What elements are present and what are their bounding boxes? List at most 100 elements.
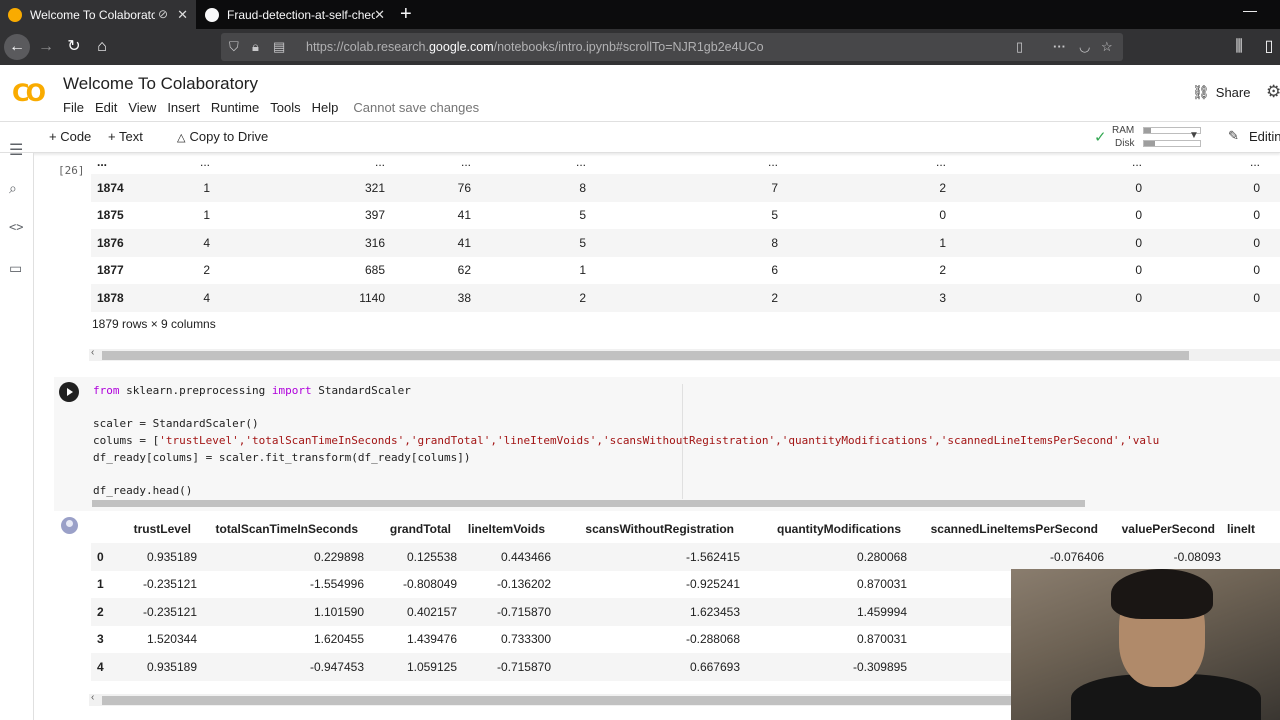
table-row: 1877 2 685 62 1 6 2 0 0 — [91, 257, 1280, 285]
table-cell: 0.733300 — [500, 632, 551, 647]
notebook-title[interactable]: Welcome To Colaboratory — [63, 74, 258, 94]
header-row: trustLevel totalScanTimeInSeconds grandT… — [91, 515, 1280, 543]
browser-tab-colab[interactable]: Welcome To Colaboratory ⊘ ✕ — [0, 0, 196, 29]
search-icon[interactable]: ⌕ — [9, 180, 17, 197]
table-cell: -0.288068 — [685, 632, 740, 647]
code-line[interactable]: df_ready.head() — [93, 484, 192, 497]
reader-view-icon[interactable]: ▯ — [1016, 39, 1023, 55]
scrollbar-thumb[interactable] — [102, 351, 1189, 360]
row-index: 1 — [97, 577, 104, 592]
disk-label: Disk — [1115, 138, 1135, 149]
table-cell — [1260, 284, 1280, 312]
library-icon[interactable]: ⫼ — [1226, 34, 1252, 60]
close-icon[interactable]: ✕ — [374, 7, 385, 23]
execution-count: [26] — [58, 164, 85, 177]
url-bar[interactable]: ⛉ 🔒︎ ▤ https://colab.research.google.com… — [221, 33, 1123, 61]
scroll-left-arrow-icon[interactable]: ‹ — [91, 692, 94, 703]
shield-icon[interactable]: ⛉ — [229, 39, 239, 55]
table-cell: 0 — [946, 284, 1142, 312]
add-code-button[interactable]: + Code — [49, 129, 91, 144]
column-header: scansWithoutRegistration — [585, 522, 734, 536]
table-cell: 2 — [203, 263, 210, 278]
code-line[interactable]: df_ready[colums] = scaler.fit_transform(… — [93, 451, 471, 464]
code-horizontal-scrollbar[interactable] — [92, 499, 1280, 508]
run-cell-button[interactable] — [59, 382, 79, 402]
minimize-icon[interactable]: — — [1243, 2, 1257, 18]
permissions-icon[interactable]: ▤ — [273, 39, 285, 55]
github-favicon-icon — [205, 7, 219, 22]
colab-logo[interactable]: CO — [12, 79, 46, 107]
tab-title: Welcome To Colaboratory — [30, 7, 155, 22]
mute-icon[interactable]: ⊘ — [158, 7, 168, 21]
table-cell: 0.935189 — [111, 653, 197, 681]
close-icon[interactable]: ✕ — [177, 7, 188, 23]
menu-view[interactable]: View — [128, 100, 156, 115]
table-cell: -0.715870 — [457, 653, 551, 681]
column-header: valuePerSecond — [1121, 522, 1215, 536]
table-cell: -0.076406 — [907, 543, 1104, 571]
table-cell: ... — [460, 155, 471, 169]
table-cell: 0 — [1253, 208, 1260, 223]
bookmark-star-icon[interactable]: ☆ — [1101, 39, 1113, 55]
table-cell — [1221, 543, 1280, 571]
sidebar-toggle-icon[interactable]: ▯ — [1256, 34, 1280, 60]
row-index: 0 — [91, 543, 111, 571]
menu-tools[interactable]: Tools — [270, 100, 300, 115]
menu-edit[interactable]: Edit — [95, 100, 117, 115]
gear-icon[interactable]: ⚙ — [1266, 82, 1280, 102]
menu-runtime[interactable]: Runtime — [211, 100, 259, 115]
home-icon[interactable]: ⌂ — [89, 34, 115, 60]
lock-icon[interactable]: 🔒︎ — [252, 39, 259, 55]
row-index: 1877 — [97, 263, 124, 278]
page-actions-icon[interactable]: ··· — [1053, 39, 1066, 54]
tab-title: Fraud-detection-at-self-checko — [227, 7, 375, 22]
add-text-button[interactable]: + Text — [108, 129, 143, 144]
menu-file[interactable]: File — [63, 100, 84, 115]
table-cell: ... — [1249, 155, 1260, 169]
table-cell: -0.235121 — [111, 598, 197, 626]
column-header: quantityModifications — [777, 522, 901, 536]
share-button[interactable]: ⛓ Share — [1192, 84, 1250, 101]
menu-insert[interactable]: Insert — [167, 100, 200, 115]
table-row: 1878 4 1140 38 2 2 3 0 0 — [91, 284, 1280, 312]
table-cell: 0 — [1135, 263, 1142, 278]
table-cell: 0.125538 — [364, 543, 457, 571]
forward-arrow-icon[interactable]: → — [33, 34, 59, 60]
table-of-contents-icon[interactable]: ☰ — [9, 140, 23, 160]
table-cell: ... — [1131, 155, 1142, 169]
table-row: 1875 1 397 41 5 5 0 0 0 — [91, 202, 1280, 230]
edit-pencil-icon[interactable]: ✎ — [1228, 128, 1239, 144]
table-row: 1876 4 316 41 5 8 1 0 0 — [91, 229, 1280, 257]
url-text[interactable]: https://colab.research.google.com/notebo… — [306, 40, 764, 54]
table-cell: -0.309895 — [740, 653, 907, 681]
table-cell: 1.520344 — [146, 632, 197, 647]
code-line[interactable]: colums = ['trustLevel','totalScanTimeInS… — [93, 434, 1159, 447]
table-cell: 8 — [586, 229, 778, 257]
horizontal-scrollbar[interactable]: ‹ — [89, 347, 1280, 361]
code-line[interactable]: scaler = StandardScaler() — [93, 417, 259, 430]
table-cell: 1.101590 — [197, 598, 364, 626]
table-cell: -0.235121 — [142, 577, 197, 592]
scrollbar-thumb[interactable] — [92, 500, 1085, 507]
scroll-left-arrow-icon[interactable]: ‹ — [91, 347, 94, 358]
new-tab-icon[interactable]: + — [400, 3, 412, 26]
back-arrow-icon[interactable]: ← — [4, 34, 30, 60]
pocket-icon[interactable]: ◡ — [1079, 39, 1090, 55]
code-snippets-icon[interactable]: <> — [9, 220, 23, 234]
copy-to-drive-button[interactable]: △ Copy to Drive — [177, 129, 268, 144]
connected-check-icon: ✓ — [1094, 129, 1107, 146]
files-folder-icon[interactable]: ▭ — [9, 260, 22, 277]
cannot-save-notice[interactable]: Cannot save changes — [353, 100, 479, 115]
webcam-person-hair — [1111, 569, 1213, 619]
menu-help[interactable]: Help — [312, 100, 339, 115]
editing-mode-button[interactable]: Editin — [1249, 129, 1280, 144]
scrollbar-thumb[interactable] — [102, 696, 1102, 705]
table-cell: 2 — [778, 174, 946, 202]
reload-icon[interactable]: ↻ — [61, 34, 87, 60]
table-cell: 0 — [1135, 208, 1142, 223]
code-line[interactable]: from sklearn.preprocessing import Standa… — [93, 384, 411, 397]
table-cell: 1.439476 — [406, 632, 457, 647]
runtime-dropdown-icon[interactable]: ▼ — [1189, 130, 1199, 141]
table-cell: -0.136202 — [496, 577, 551, 592]
browser-tab-github[interactable]: Fraud-detection-at-self-checko ✕ — [197, 0, 393, 29]
